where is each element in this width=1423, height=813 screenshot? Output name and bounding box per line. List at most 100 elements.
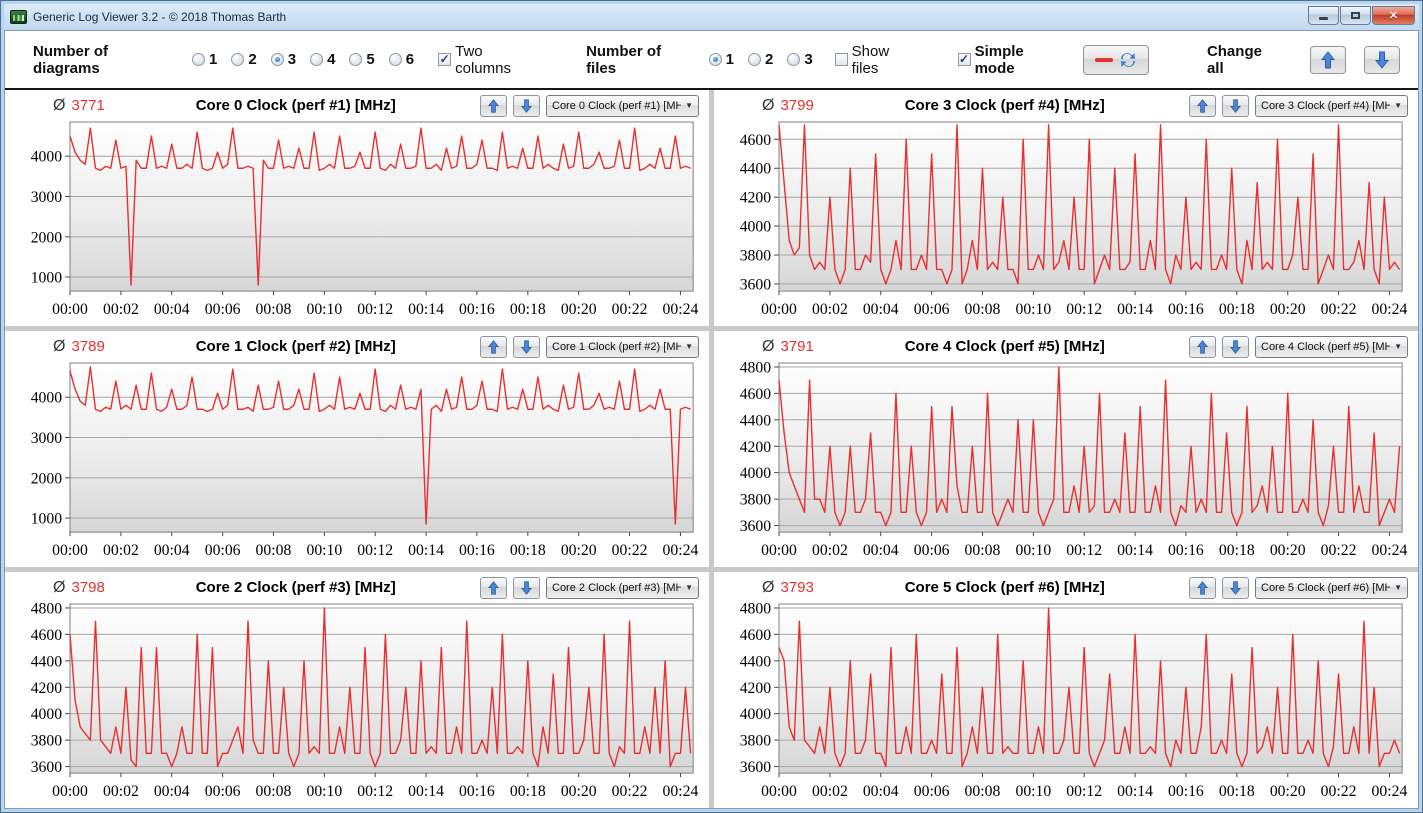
down-arrow-icon	[521, 339, 532, 354]
svg-text:00:14: 00:14	[408, 783, 444, 800]
svg-text:00:08: 00:08	[965, 783, 1001, 800]
checkbox-checked-icon[interactable]: ✓	[957, 53, 971, 66]
checkbox-checked-icon[interactable]: ✓	[438, 53, 452, 66]
svg-text:00:18: 00:18	[510, 783, 546, 800]
client-area: Number of diagrams 1 2 3 4 5 6 ✓ Two colu…	[4, 30, 1419, 809]
simple-mode-checkbox[interactable]: ✓ Simple mode	[957, 43, 1068, 77]
svg-text:00:12: 00:12	[1066, 542, 1102, 559]
svg-text:00:02: 00:02	[103, 783, 139, 800]
two-columns-checkbox[interactable]: ✓ Two columns	[438, 43, 542, 77]
svg-text:4800: 4800	[31, 601, 63, 617]
series-select-dropdown[interactable]: Core 1 Clock (perf #2) [MH ▼	[546, 335, 699, 358]
radio-icon[interactable]	[192, 53, 206, 66]
panel-up-button[interactable]	[1189, 335, 1216, 358]
diagrams-radio-2[interactable]: 2	[231, 51, 257, 68]
diagrams-radio-6[interactable]: 6	[388, 51, 414, 68]
maximize-button[interactable]	[1340, 6, 1371, 25]
files-radio-2[interactable]: 2	[747, 51, 773, 68]
svg-text:00:08: 00:08	[256, 542, 292, 559]
svg-text:3600: 3600	[740, 276, 772, 293]
line-style-refresh-button[interactable]	[1083, 44, 1149, 75]
series-select-dropdown[interactable]: Core 3 Clock (perf #4) [MH ▼	[1255, 94, 1408, 117]
panel-down-button[interactable]	[513, 94, 540, 117]
panel-up-button[interactable]	[1189, 576, 1216, 599]
panel-up-button[interactable]	[480, 576, 507, 599]
svg-text:00:08: 00:08	[256, 301, 292, 318]
radio-icon[interactable]	[349, 53, 363, 66]
radio-icon[interactable]	[310, 53, 324, 66]
panel-down-button[interactable]	[1222, 94, 1249, 117]
dropdown-arrow-icon: ▼	[1394, 342, 1402, 351]
radio-icon-selected[interactable]	[708, 53, 722, 66]
svg-text:00:08: 00:08	[965, 542, 1001, 559]
line-chart[interactable]: 3600 3800 4000 4200 4400 4600 00:00 00:02 00:04 0…	[722, 119, 1410, 324]
diagrams-radio-4[interactable]: 4	[310, 51, 335, 68]
line-chart[interactable]: 3600 3800 4000 4200 4400 4600 4800 00:00 00:02 00…	[13, 601, 701, 806]
svg-text:00:16: 00:16	[459, 783, 495, 800]
app-window: Generic Log Viewer 3.2 - © 2018 Thomas B…	[0, 0, 1423, 813]
average-value: 3793	[780, 579, 814, 596]
series-select-value: Core 0 Clock (perf #1) [MH	[552, 99, 682, 112]
average-symbol: Ø	[53, 96, 66, 114]
series-select-value: Core 1 Clock (perf #2) [MH	[552, 340, 682, 353]
change-all-label: Change all	[1206, 42, 1262, 77]
panel-down-button[interactable]	[1222, 335, 1249, 358]
line-chart[interactable]: 1000 2000 3000 4000 00:00 00:02 00:04 00:06 00:0…	[13, 119, 701, 324]
panel-down-button[interactable]	[513, 576, 540, 599]
svg-text:00:22: 00:22	[612, 542, 648, 559]
panel-down-button[interactable]	[513, 335, 540, 358]
show-files-checkbox[interactable]: Show files	[834, 43, 920, 77]
series-select-dropdown[interactable]: Core 4 Clock (perf #5) [MH ▼	[1255, 335, 1408, 358]
maximize-icon	[1351, 12, 1360, 19]
svg-text:00:06: 00:06	[205, 301, 241, 318]
down-arrow-icon	[1375, 51, 1390, 69]
minimize-button[interactable]	[1308, 6, 1339, 25]
line-chart[interactable]: 3600 3800 4000 4200 4400 4600 4800 00:00 00:02 00…	[722, 360, 1410, 565]
title-bar[interactable]: Generic Log Viewer 3.2 - © 2018 Thomas B…	[4, 4, 1419, 30]
svg-text:00:00: 00:00	[761, 301, 797, 318]
series-select-dropdown[interactable]: Core 0 Clock (perf #1) [MH ▼	[546, 94, 699, 117]
svg-text:3800: 3800	[740, 247, 772, 264]
down-arrow-icon	[1230, 98, 1241, 113]
radio-icon[interactable]	[787, 53, 801, 66]
svg-text:00:20: 00:20	[1270, 301, 1306, 318]
series-select-dropdown[interactable]: Core 2 Clock (perf #3) [MH ▼	[546, 576, 699, 599]
series-select-value: Core 5 Clock (perf #6) [MH	[1261, 581, 1391, 594]
svg-text:4400: 4400	[740, 161, 772, 178]
diagrams-radio-3[interactable]: 3	[270, 51, 296, 68]
files-radio-3[interactable]: 3	[787, 51, 813, 68]
radio-icon[interactable]	[747, 53, 761, 66]
up-arrow-icon	[488, 98, 499, 113]
svg-text:00:04: 00:04	[863, 542, 899, 559]
panel-down-button[interactable]	[1222, 576, 1249, 599]
checkbox-unchecked-icon[interactable]	[834, 53, 848, 66]
series-select-dropdown[interactable]: Core 5 Clock (perf #6) [MH ▼	[1255, 576, 1408, 599]
files-radio-1[interactable]: 1	[708, 51, 734, 68]
panel-up-button[interactable]	[480, 94, 507, 117]
diagrams-radio-5[interactable]: 5	[349, 51, 375, 68]
chart-title: Core 5 Clock (perf #6) [MHz]	[904, 579, 1105, 596]
radio-icon[interactable]	[231, 53, 245, 66]
close-button[interactable]: ✕	[1372, 6, 1415, 25]
panel-up-button[interactable]	[1189, 94, 1216, 117]
line-chart[interactable]: 3600 3800 4000 4200 4400 4600 4800 00:00 00:02 00…	[722, 601, 1410, 806]
svg-text:00:02: 00:02	[812, 542, 848, 559]
svg-text:4600: 4600	[31, 627, 63, 644]
svg-text:00:14: 00:14	[408, 542, 444, 559]
radio-icon[interactable]	[388, 53, 402, 66]
diagrams-group-label: Number of diagrams	[33, 42, 108, 77]
svg-text:3800: 3800	[740, 492, 772, 509]
svg-text:1000: 1000	[31, 510, 63, 527]
svg-text:00:24: 00:24	[1372, 542, 1408, 559]
panel-up-button[interactable]	[480, 335, 507, 358]
change-all-up-button[interactable]	[1310, 45, 1347, 74]
svg-text:00:22: 00:22	[1321, 301, 1357, 318]
up-arrow-icon	[1197, 98, 1208, 113]
down-arrow-icon	[1230, 580, 1241, 595]
line-chart[interactable]: 1000 2000 3000 4000 00:00 00:02 00:04 00:06 00:0…	[13, 360, 701, 565]
up-arrow-icon	[1321, 50, 1336, 68]
svg-text:00:20: 00:20	[561, 783, 597, 800]
diagrams-radio-1[interactable]: 1	[192, 51, 217, 68]
radio-icon-selected[interactable]	[270, 53, 284, 66]
change-all-down-button[interactable]	[1364, 45, 1400, 74]
